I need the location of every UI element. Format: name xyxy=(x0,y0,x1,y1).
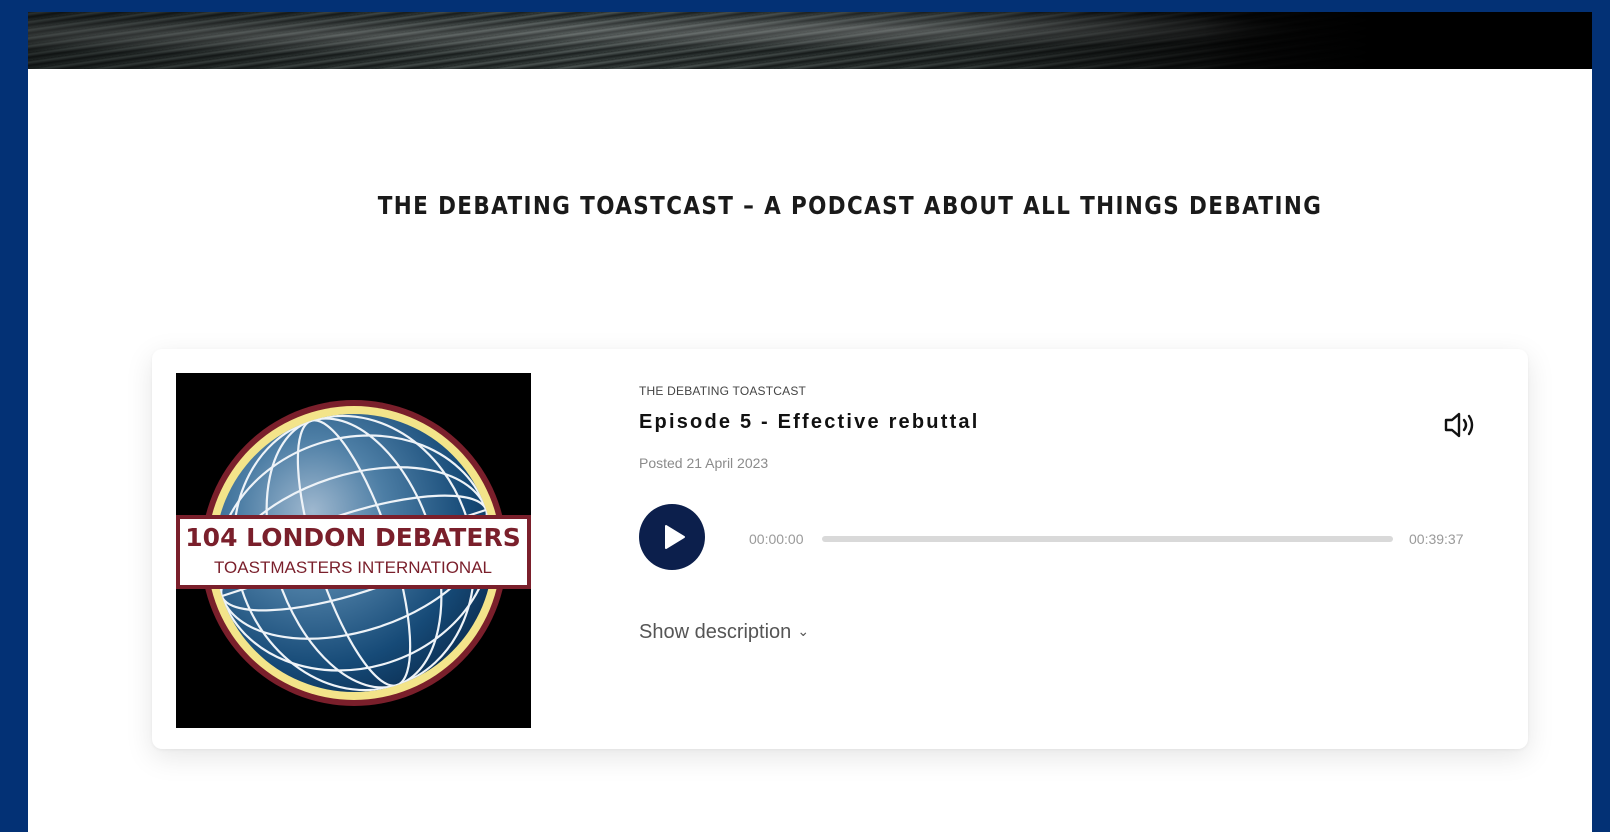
hero-banner-image xyxy=(28,12,1592,69)
chevron-down-icon: ⌄ xyxy=(797,623,810,639)
episode-title: Episode 5 - Effective rebuttal xyxy=(639,411,980,433)
toastmasters-logo: 104 LONDON DEBATERS TOASTMASTERS INTERNA… xyxy=(176,373,531,728)
page-title: THE DEBATING TOASTCAST – A PODCAST ABOUT… xyxy=(377,191,1323,220)
episode-meta: THE DEBATING TOASTCAST Episode 5 - Effec… xyxy=(639,349,1489,749)
podcast-player-card: 104 LONDON DEBATERS TOASTMASTERS INTERNA… xyxy=(152,349,1528,749)
show-name: THE DEBATING TOASTCAST xyxy=(639,384,807,398)
play-icon xyxy=(665,525,685,549)
page: THE DEBATING TOASTCAST – A PODCAST ABOUT… xyxy=(28,12,1592,832)
cover-subtitle-text: TOASTMASTERS INTERNATIONAL xyxy=(214,558,492,577)
posted-date: Posted 21 April 2023 xyxy=(639,455,769,471)
hero-banner-shadow xyxy=(1202,12,1592,69)
progress-bar[interactable] xyxy=(822,536,1393,542)
volume-button[interactable] xyxy=(1442,409,1478,441)
play-button[interactable] xyxy=(639,504,705,570)
cover-title-text: 104 LONDON DEBATERS xyxy=(185,523,520,552)
show-description-toggle[interactable]: Show description ⌄ xyxy=(639,621,809,644)
show-description-label: Show description xyxy=(639,621,792,643)
time-current: 00:00:00 xyxy=(749,531,804,547)
time-total: 00:39:37 xyxy=(1409,531,1464,547)
volume-icon xyxy=(1444,412,1474,438)
podcast-cover-art: 104 LONDON DEBATERS TOASTMASTERS INTERNA… xyxy=(176,373,531,728)
window-frame: THE DEBATING TOASTCAST – A PODCAST ABOUT… xyxy=(0,0,1610,832)
